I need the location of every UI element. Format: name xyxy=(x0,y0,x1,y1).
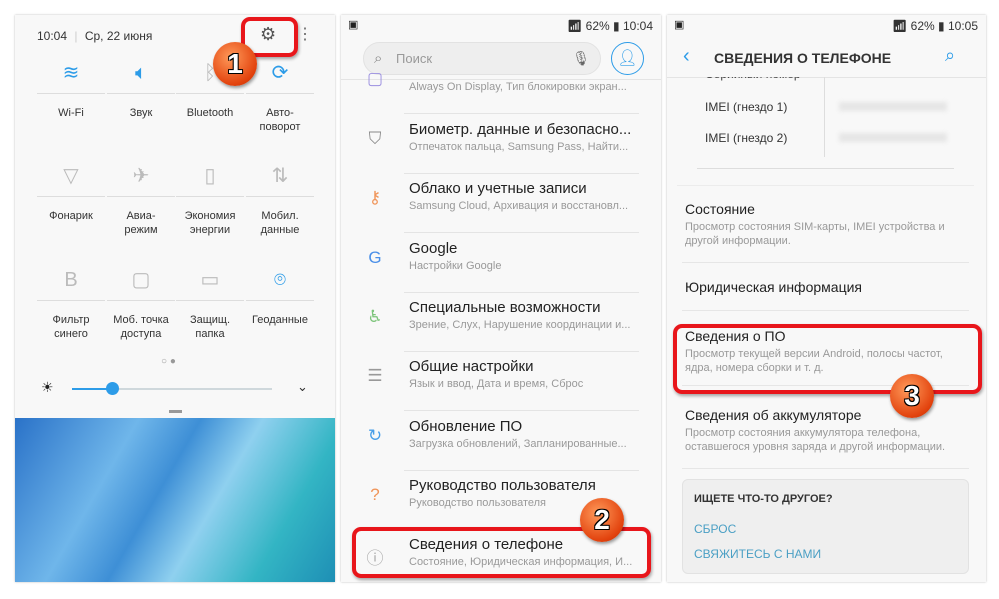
tile-airplane[interactable]: ✈ Авиа- режим xyxy=(107,162,175,237)
tile-blue-filter[interactable]: B Фильтр синего xyxy=(37,266,105,341)
sound-icon: 🔈︎ xyxy=(135,62,147,84)
quick-settings-panel: 10:04 | Ср, 22 июня ⚙ ⋮ ≋ Wi-Fi 🔈︎ Звук ᛒ Blu… xyxy=(15,15,335,582)
tile-battery-saver[interactable]: ▯ Экономия энергии xyxy=(176,162,244,237)
hotspot-icon: ▢ xyxy=(131,269,151,291)
date: Ср, 22 июня xyxy=(84,29,153,43)
status-bar: 📶︎ 62% ▮ 10:05 xyxy=(892,19,978,33)
status-bar: 📶︎ 62% ▮ 10:04 xyxy=(567,19,653,33)
page-indicator: ○ ● xyxy=(161,356,176,367)
info-item[interactable]: Юридическая информация xyxy=(685,279,970,298)
tile-location[interactable]: ⌾ Геоданные xyxy=(246,266,314,327)
location-icon: ⌾ xyxy=(274,269,286,291)
step-badge-1: 1 xyxy=(213,42,257,86)
reset-link[interactable]: СБРОС xyxy=(694,522,736,536)
clock: 10:04 xyxy=(37,29,68,43)
battery-saver-icon: ▯ xyxy=(204,165,216,187)
highlight-software-info xyxy=(673,324,982,394)
settings-item[interactable]: ☰ Общие настройки Язык и ввод, Дата и врем… xyxy=(341,352,661,412)
wifi-icon: ≋ xyxy=(62,62,80,84)
gallery-notification-icon: ▣ xyxy=(348,19,359,31)
user-manual-icon: ? xyxy=(370,484,380,504)
settings-item[interactable]: ♿︎ Специальные возможности Зрение, Слух, Н… xyxy=(341,293,661,352)
tile-hotspot[interactable]: ▢ Моб. точка доступа xyxy=(107,266,175,341)
imei-slot-2-label: IMEI (гнездо 2) xyxy=(705,131,788,145)
sliders-icon: ☰ xyxy=(367,366,383,386)
expand-chevron-icon[interactable]: ⌄ xyxy=(297,379,308,395)
contact-us-link[interactable]: СВЯЖИТЕСЬ С НАМИ xyxy=(694,547,821,561)
settings-item[interactable]: ↻ Обновление ПО Загрузка обновлений, Запла… xyxy=(341,412,661,471)
search-icon[interactable]: ⌕ xyxy=(945,45,955,66)
tile-autorotate[interactable]: ⟳ Авто- поворот xyxy=(246,59,314,134)
software-update-icon: ↻ xyxy=(367,425,383,445)
lock-screen-icon: ▢ xyxy=(366,69,384,88)
tile-mobile-data[interactable]: ⇅ Мобил. данные xyxy=(246,162,314,237)
brightness-slider[interactable] xyxy=(72,382,272,395)
settings-item[interactable]: ⚷ Облако и учетные записи Samsung Cloud, А… xyxy=(341,174,661,234)
google-icon: G xyxy=(368,247,382,267)
tile-wifi[interactable]: ≋ Wi-Fi xyxy=(37,59,105,120)
step-badge-3: 3 xyxy=(890,374,934,418)
looking-for-something-card: ИЩЕТЕ ЧТО-ТО ДРУГОЕ? СБРОС СВЯЖИТЕСЬ С Н… xyxy=(682,479,969,574)
more-options-icon[interactable]: ⋮ xyxy=(297,24,313,44)
settings-item[interactable]: ⛉ Биометр. данные и безопасно... Отпечаток… xyxy=(341,115,661,174)
drag-handle[interactable] xyxy=(169,410,182,413)
imei-value-blurred xyxy=(839,102,947,111)
info-item[interactable]: Состояние Просмотр состояния SIM-карты, I… xyxy=(685,201,970,248)
key-icon: ⚷ xyxy=(368,188,382,208)
brightness-icon: ☀ xyxy=(41,379,54,395)
settings-screen: ▣ 📶︎ 62% ▮ 10:04 ⌕ Поиск 🎙︎ 👤︎ ▢ Always O… xyxy=(341,15,661,582)
back-button[interactable]: ‹ xyxy=(683,45,690,68)
phone-info-screen: ▣ 📶︎ 62% ▮ 10:05 ‹ СВЕДЕНИЯ О ТЕЛЕФОНЕ ⌕… xyxy=(667,15,986,582)
settings-item[interactable]: ▢ Always On Display, Тип блокировки экран… xyxy=(341,55,661,114)
shield-icon: ⛉ xyxy=(368,129,382,148)
accessibility-icon: ♿︎ xyxy=(367,306,383,326)
flashlight-icon: ▽ xyxy=(63,165,79,187)
tile-flashlight[interactable]: ▽ Фонарик xyxy=(37,162,105,223)
tile-sound[interactable]: 🔈︎ Звук xyxy=(107,59,175,120)
imei-value-blurred xyxy=(839,133,947,142)
gallery-notification-icon: ▣ xyxy=(674,19,685,31)
secure-folder-icon: ▭ xyxy=(200,269,220,291)
step-badge-2: 2 xyxy=(580,498,624,542)
info-item[interactable]: Сведения об аккумуляторе Просмотр состоян… xyxy=(685,407,970,454)
tile-secure-folder[interactable]: ▭ Защищ. папка xyxy=(176,266,244,341)
imei-slot-1-label: IMEI (гнездо 1) xyxy=(705,100,788,114)
settings-item[interactable]: G Google Настройки Google xyxy=(341,234,661,293)
mobile-data-icon: ⇅ xyxy=(271,165,289,187)
blue-filter-icon: B xyxy=(64,269,78,291)
page-title: СВЕДЕНИЯ О ТЕЛЕФОНЕ xyxy=(714,50,892,66)
airplane-icon: ✈ xyxy=(132,165,150,187)
wallpaper xyxy=(15,418,335,582)
